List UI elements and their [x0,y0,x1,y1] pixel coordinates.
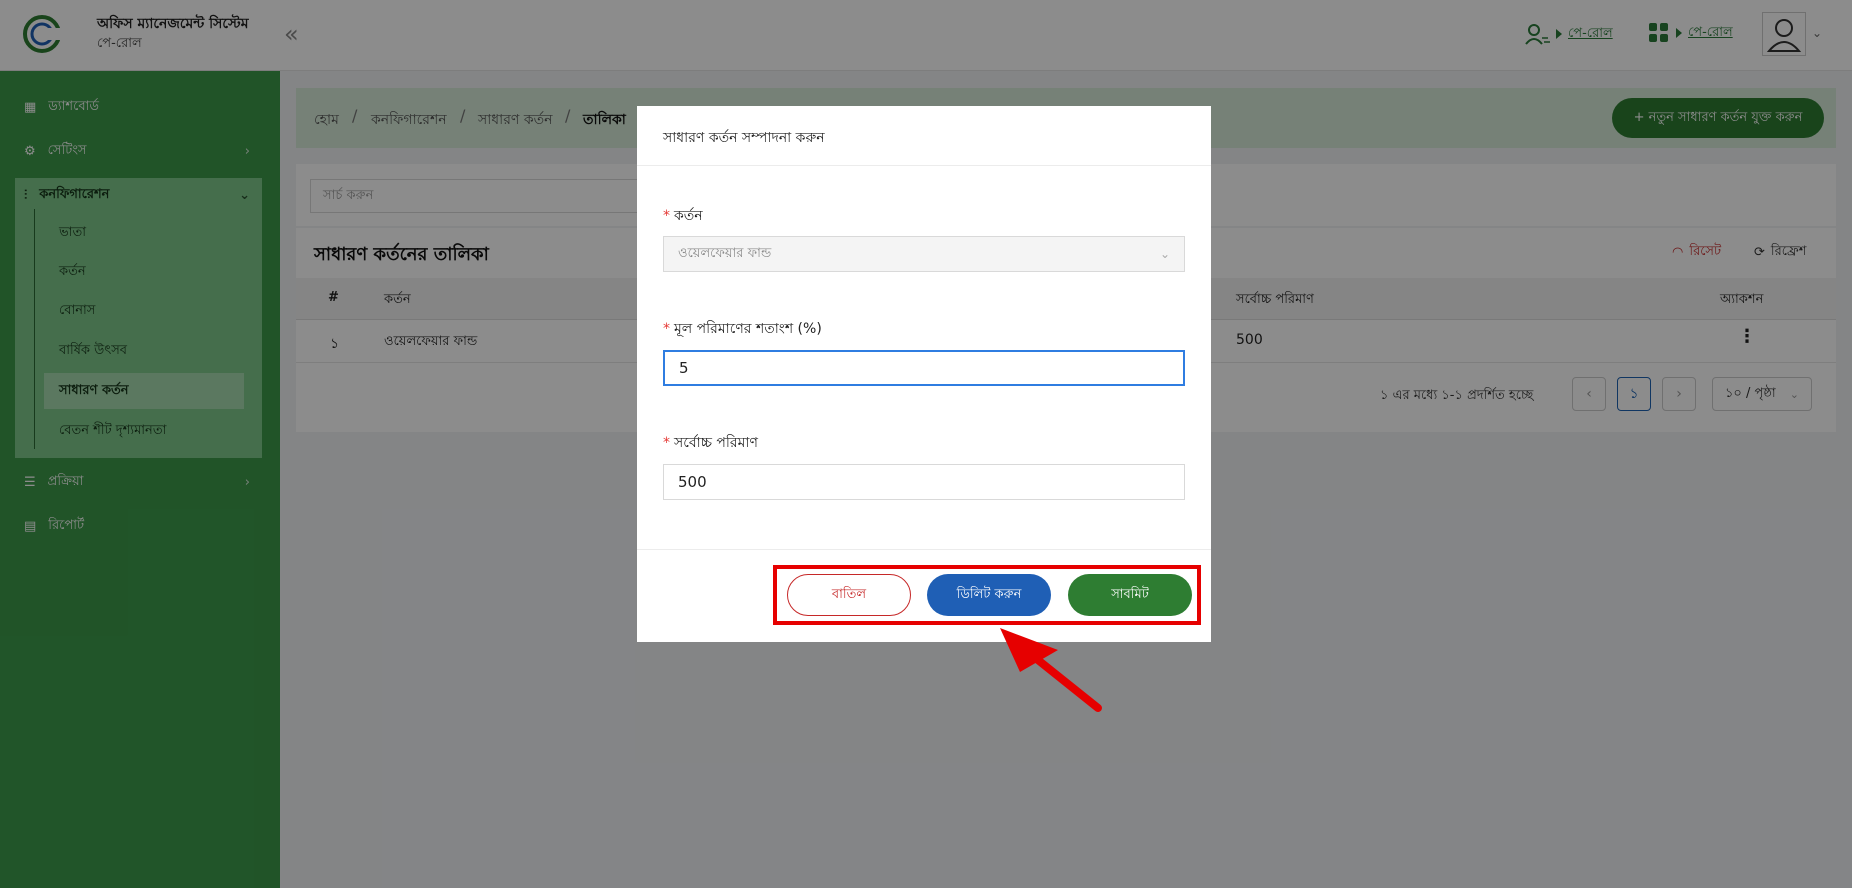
deduction-select: ওয়েলফেয়ার ফান্ড ⌄ [663,236,1185,272]
modal-footer-divider [637,549,1211,550]
deduction-select-value: ওয়েলফেয়ার ফান্ড [678,245,772,261]
modal-divider [637,165,1211,166]
cancel-button[interactable]: বাতিল [787,574,911,616]
modal-title: সাধারণ কর্তন সম্পাদনা করুন [663,130,825,146]
max-amount-input[interactable]: 500 [663,464,1185,500]
edit-deduction-modal: সাধারণ কর্তন সম্পাদনা করুন * কর্তন ওয়েলফ… [637,106,1211,642]
submit-button[interactable]: সাবমিট [1068,574,1192,616]
delete-button[interactable]: ডিলিট করুন [927,574,1051,616]
percent-label: * মূল পরিমাণের শতাংশ (%) [663,321,822,337]
max-amount-label: * সর্বোচ্চ পরিমাণ [663,435,758,451]
pointer-arrow-icon [1000,628,1102,712]
percent-input[interactable]: 5 [663,350,1185,386]
chevron-down-icon: ⌄ [1159,247,1170,261]
deduction-label: * কর্তন [663,208,703,224]
max-amount-input-value: 500 [678,473,707,491]
percent-input-value: 5 [679,359,689,377]
